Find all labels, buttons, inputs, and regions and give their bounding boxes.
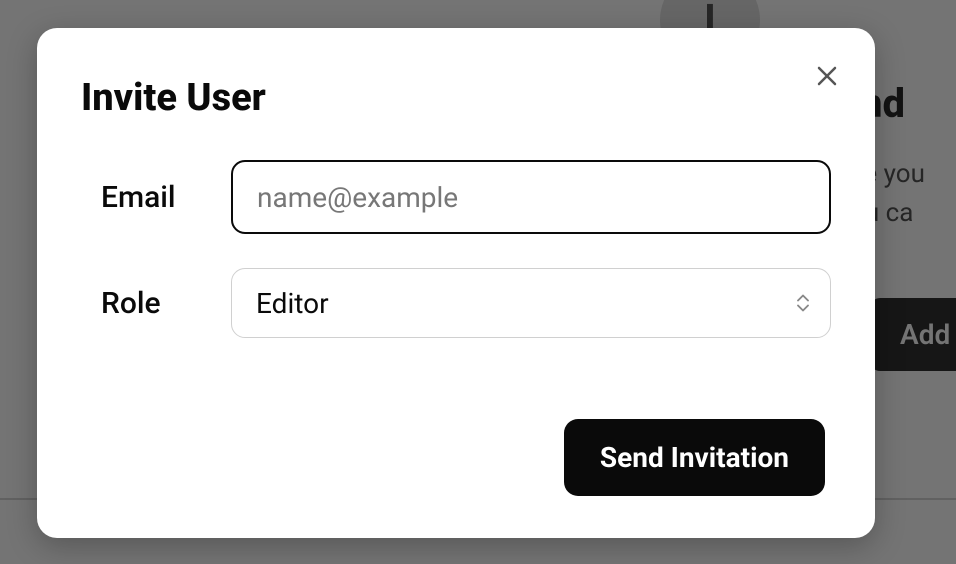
role-select[interactable]: Editor (231, 268, 831, 338)
invite-user-modal: Invite User Email Role Editor Send Invit… (37, 28, 875, 538)
send-invitation-button[interactable]: Send Invitation (564, 419, 825, 496)
close-button[interactable] (811, 60, 843, 92)
modal-title: Invite User (81, 76, 831, 120)
close-icon (816, 65, 838, 87)
email-label: Email (81, 180, 231, 215)
email-row: Email (81, 160, 831, 234)
email-field[interactable] (231, 160, 831, 234)
role-label: Role (81, 286, 231, 321)
role-row: Role Editor (81, 268, 831, 338)
